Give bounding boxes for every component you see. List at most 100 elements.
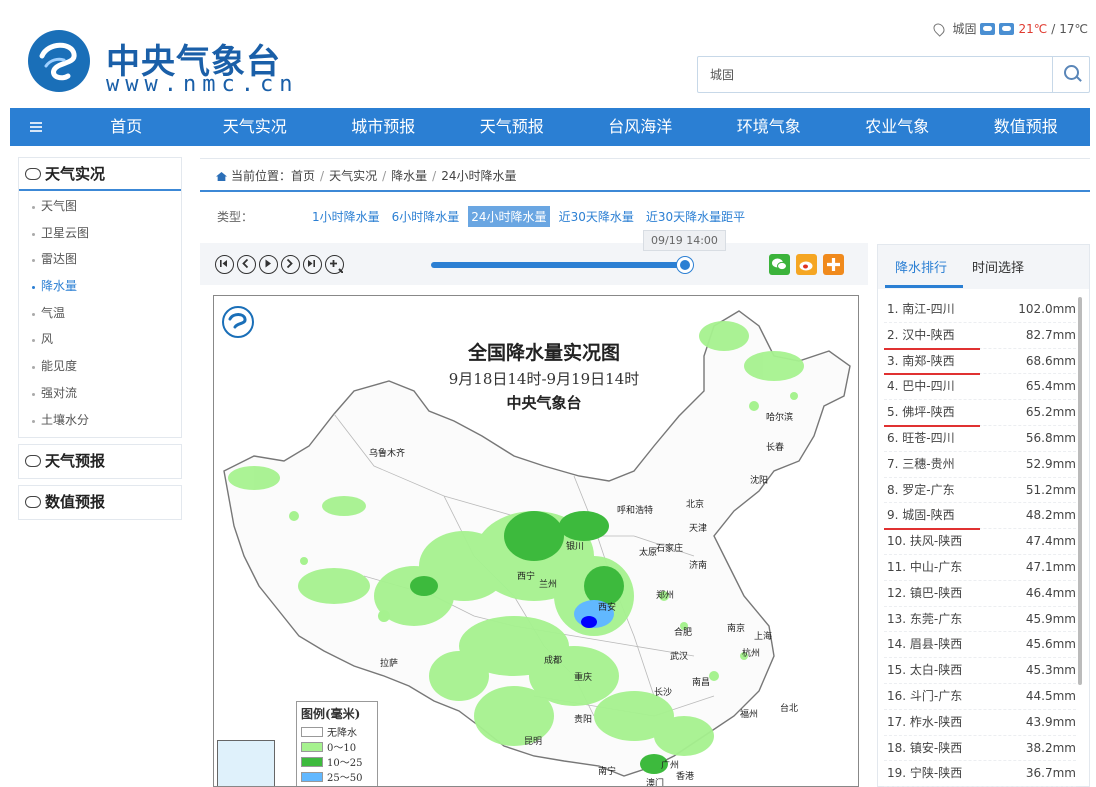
nmc-logo[interactable]: [28, 30, 90, 92]
sidebar-item-visibility[interactable]: 能见度: [19, 353, 181, 380]
sidebar-group-forecast: 天气预报: [18, 444, 182, 480]
city-label: 呼和浩特: [617, 506, 654, 516]
city-label: 南宁: [598, 767, 617, 777]
legend-label: 无降水: [327, 728, 357, 739]
ranking-row[interactable]: 9. 城固-陕西 48.2mm: [884, 503, 1076, 531]
ranking-value: 51.2mm: [1025, 482, 1076, 497]
type-option-1h[interactable]: 1小时降水量: [309, 206, 383, 227]
city-label: 西宁: [517, 572, 536, 582]
ranking-row[interactable]: 19. 宁陕-陕西 36.7mm: [884, 761, 1076, 787]
legend-swatch: [301, 741, 323, 752]
precipitation-map[interactable]: 全国降水量实况图 9月18日14时-9月19日14时 中央气象台 乌鲁木齐 哈尔…: [213, 295, 859, 787]
ranking-row[interactable]: 12. 镇巴-陕西 46.4mm: [884, 581, 1076, 607]
ranking-row[interactable]: 17. 柞水-陕西 43.9mm: [884, 710, 1076, 736]
nav-city-forecast[interactable]: 城市预报: [319, 108, 448, 146]
ranking-value: 82.7mm: [1025, 327, 1076, 342]
nav-weather-forecast[interactable]: 天气预报: [448, 108, 577, 146]
breadcrumb-live[interactable]: 天气实况: [329, 169, 377, 183]
sidebar-item-precipitation[interactable]: 降水量: [19, 273, 181, 300]
tab-ranking[interactable]: 降水排行: [895, 257, 947, 276]
ranking-row[interactable]: 13. 东莞-广东 45.9mm: [884, 607, 1076, 633]
ranking-row[interactable]: 7. 三穗-贵州 52.9mm: [884, 452, 1076, 478]
ranking-station: 13. 东莞-广东: [887, 611, 963, 626]
breadcrumb-precip[interactable]: 降水量: [391, 169, 427, 183]
nav-live-weather[interactable]: 天气实况: [191, 108, 320, 146]
logo-swirl-icon: [30, 32, 88, 90]
timeline-knob[interactable]: [677, 257, 693, 273]
ranking-value: 68.6mm: [1025, 353, 1076, 368]
city-label: 太原: [639, 548, 658, 558]
tab-time-select[interactable]: 时间选择: [972, 257, 1024, 276]
ranking-station: 4. 巴中-四川: [887, 379, 955, 394]
ranking-station: 17. 柞水-陕西: [887, 714, 963, 729]
sidebar-item-radar[interactable]: 雷达图: [19, 246, 181, 273]
ranking-station: 15. 太白-陕西: [887, 663, 963, 678]
type-option-30d-anomaly[interactable]: 近30天降水量距平: [643, 206, 748, 227]
search-icon[interactable]: [1052, 57, 1089, 92]
first-frame-icon[interactable]: [215, 255, 234, 274]
nav-typhoon-ocean[interactable]: 台风海洋: [576, 108, 705, 146]
legend-row: 0～10: [301, 739, 373, 754]
ranking-row[interactable]: 3. 南郑-陕西 68.6mm: [884, 349, 1076, 376]
header-weather[interactable]: 城固 21℃ / 17℃: [931, 20, 1088, 37]
nav-numerical[interactable]: 数值预报: [962, 108, 1091, 146]
ranking-row[interactable]: 11. 中山-广东 47.1mm: [884, 555, 1076, 581]
search-input[interactable]: [698, 57, 1052, 92]
ranking-row[interactable]: 14. 眉县-陕西 45.6mm: [884, 632, 1076, 659]
sidebar-item-convection[interactable]: 强对流: [19, 380, 181, 407]
city-label: 乌鲁木齐: [369, 449, 406, 459]
cloudy-day-icon: [980, 22, 996, 35]
ranking-row[interactable]: 1. 南江-四川 102.0mm: [884, 297, 1076, 323]
ranking-row[interactable]: 5. 佛坪-陕西 65.2mm: [884, 400, 1076, 427]
ranking-station: 16. 斗门-广东: [887, 688, 963, 703]
animation-player: [200, 243, 868, 285]
last-frame-icon[interactable]: [303, 255, 322, 274]
sidebar-head-live[interactable]: 天气实况: [19, 158, 181, 191]
sidebar-head-forecast[interactable]: 天气预报: [19, 445, 181, 478]
play-icon[interactable]: [259, 255, 278, 274]
ranking-scrollbar[interactable]: [1078, 297, 1082, 685]
nav-environment[interactable]: 环境气象: [705, 108, 834, 146]
ranking-row[interactable]: 4. 巴中-四川 65.4mm: [884, 374, 1076, 401]
sidebar-item-soil-moisture[interactable]: 土壤水分: [19, 407, 181, 434]
breadcrumb-home[interactable]: 首页: [291, 169, 315, 183]
wechat-icon[interactable]: [769, 254, 790, 275]
prev-frame-icon[interactable]: [237, 255, 256, 274]
ranking-row[interactable]: 8. 罗定-广东 51.2mm: [884, 478, 1076, 504]
ranking-station: 6. 旺苍-四川: [887, 430, 955, 445]
timeline-track[interactable]: [431, 262, 687, 268]
map-logo-icon: [222, 306, 254, 338]
city-label: 福州: [740, 710, 759, 720]
type-option-24h[interactable]: 24小时降水量: [468, 206, 550, 227]
breadcrumb-current: 24小时降水量: [441, 169, 517, 183]
site-url[interactable]: www.nmc.cn: [106, 72, 298, 97]
ranking-station: 7. 三穗-贵州: [887, 456, 955, 471]
zoom-in-icon[interactable]: [325, 255, 344, 274]
ranking-row[interactable]: 2. 汉中-陕西 82.7mm: [884, 323, 1076, 350]
more-share-icon[interactable]: [823, 254, 844, 275]
weibo-icon[interactable]: [796, 254, 817, 275]
ranking-station: 12. 镇巴-陕西: [887, 585, 963, 600]
next-frame-icon[interactable]: [281, 255, 300, 274]
type-option-6h[interactable]: 6小时降水量: [389, 206, 463, 227]
sidebar-head-label: 天气预报: [45, 452, 106, 471]
nav-agriculture[interactable]: 农业气象: [833, 108, 962, 146]
sidebar-head-numerical[interactable]: 数值预报: [19, 486, 181, 519]
nav-home[interactable]: 首页: [62, 108, 191, 146]
ranking-row[interactable]: 18. 镇安-陕西 38.2mm: [884, 736, 1076, 762]
menu-icon[interactable]: [10, 108, 62, 146]
sidebar-item-temperature[interactable]: 气温: [19, 300, 181, 327]
location-name[interactable]: 城固: [952, 20, 976, 37]
type-option-30d[interactable]: 近30天降水量: [556, 206, 637, 227]
ranking-row[interactable]: 16. 斗门-广东 44.5mm: [884, 684, 1076, 710]
sidebar-item-weather-map[interactable]: 天气图: [19, 193, 181, 220]
ranking-row[interactable]: 6. 旺苍-四川 56.8mm: [884, 426, 1076, 452]
ranking-row[interactable]: 15. 太白-陕西 45.3mm: [884, 658, 1076, 684]
sidebar-item-satellite[interactable]: 卫星云图: [19, 220, 181, 247]
ranking-value: 45.9mm: [1025, 611, 1076, 626]
ranking-value: 102.0mm: [1018, 302, 1076, 316]
sidebar-item-wind[interactable]: 风: [19, 326, 181, 353]
ranking-value: 46.4mm: [1025, 585, 1076, 600]
city-label: 上海: [754, 632, 773, 642]
ranking-row[interactable]: 10. 扶风-陕西 47.4mm: [884, 529, 1076, 555]
